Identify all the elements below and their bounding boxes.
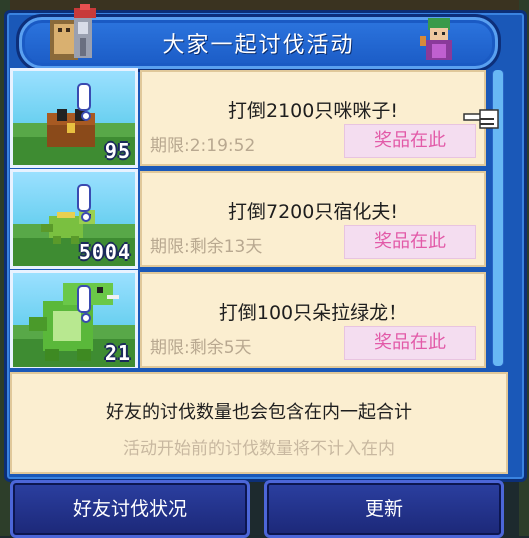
quest-card: 打倒2100只咪咪子! 期限:2:19:52 奖品在此	[140, 70, 486, 166]
quest-title: 打倒2100只咪咪子!	[228, 100, 398, 122]
kill-count-badge: 5004	[78, 240, 131, 264]
kill-count-badge: 95	[104, 139, 131, 163]
alert-exclamation-icon	[77, 83, 91, 121]
quest-row: 5004 打倒7200只宿化夫! 期限:剩余13天 奖品在此	[10, 169, 492, 269]
quest-deadline: 期限:2:19:52	[150, 136, 256, 156]
quest-deadline: 期限:剩余13天	[150, 237, 263, 257]
quest-card: 打倒7200只宿化夫! 期限:剩余13天 奖品在此	[140, 171, 486, 267]
pointing-hand-icon	[463, 109, 499, 129]
quest-title: 打倒7200只宿化夫!	[228, 201, 398, 223]
quest-card: 打倒100只朵拉绿龙！ 期限:剩余5天 奖品在此	[140, 272, 486, 368]
quest-monster-thumbnail[interactable]: 21	[10, 270, 138, 368]
alert-exclamation-icon	[77, 184, 91, 222]
quest-monster-thumbnail[interactable]: 5004	[10, 169, 138, 269]
refresh-button[interactable]: 更新	[264, 480, 504, 538]
quest-title: 打倒100只朵拉绿龙！	[218, 302, 408, 324]
info-sub-text: 活动开始前的讨伐数量将不计入在内	[123, 439, 395, 459]
quest-monster-thumbnail[interactable]: 95	[10, 68, 138, 168]
friends-status-button[interactable]: 好友讨伐状况	[10, 480, 250, 538]
quest-list: 95 打倒2100只咪咪子! 期限:2:19:52 奖品在此 5004 打倒72…	[10, 64, 492, 368]
kill-count-badge: 21	[104, 341, 131, 365]
quest-row: 21 打倒100只朵拉绿龙！ 期限:剩余5天 奖品在此	[10, 270, 492, 368]
quest-row: 95 打倒2100只咪咪子! 期限:2:19:52 奖品在此	[10, 68, 492, 168]
prize-button[interactable]: 奖品在此	[344, 225, 476, 259]
prize-button[interactable]: 奖品在此	[344, 326, 476, 360]
quest-deadline: 期限:剩余5天	[150, 338, 252, 358]
knight-sprite-icon	[50, 4, 96, 60]
mage-sprite-icon	[420, 18, 452, 60]
info-panel: 好友的讨伐数量也会包含在内一起合计 活动开始前的讨伐数量将不计入在内	[10, 372, 508, 474]
alert-exclamation-icon	[77, 285, 91, 323]
info-main-text: 好友的讨伐数量也会包含在内一起合计	[106, 402, 412, 423]
prize-button[interactable]: 奖品在此	[344, 124, 476, 158]
